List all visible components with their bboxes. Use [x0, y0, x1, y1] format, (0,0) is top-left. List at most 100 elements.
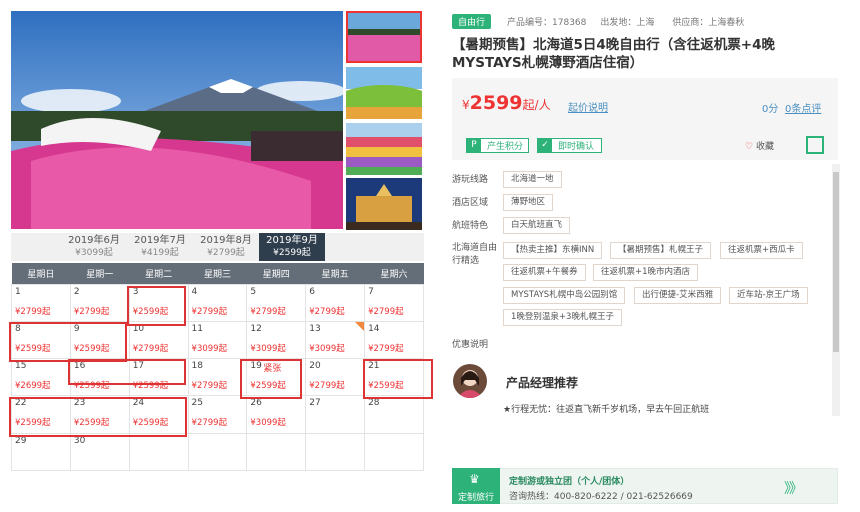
calendar-day: [187, 432, 248, 471]
hotel-option[interactable]: 薄野地区: [503, 194, 554, 211]
day-number: 28: [368, 398, 380, 409]
qr-code-icon[interactable]: [806, 136, 824, 154]
flight-option[interactable]: 白天航班直飞: [503, 217, 571, 234]
calendar-day[interactable]: 7 ¥2799起: [364, 283, 424, 322]
reviews-link[interactable]: 0条点评: [785, 100, 821, 115]
day-number: 20: [309, 361, 321, 372]
calendar-day[interactable]: 24 ¥2599起: [128, 395, 189, 434]
calendar-day: 27: [305, 395, 366, 434]
day-price: ¥2599起: [250, 381, 286, 392]
day-price: ¥2799起: [73, 306, 110, 317]
calendar-day[interactable]: 16 ¥2599起: [69, 358, 130, 397]
day-price: ¥3099起: [191, 343, 228, 354]
month-tab-jul[interactable]: 2019年7月 ¥4199起: [127, 233, 193, 261]
route-option[interactable]: 北海道一地: [503, 171, 562, 188]
calendar-day[interactable]: 25 ¥2799起: [187, 395, 248, 434]
type-badge: 自由行: [452, 13, 492, 29]
month-price: ¥4199起: [141, 248, 179, 258]
day-number: [309, 436, 361, 454]
day-price: ¥2599起: [368, 381, 404, 392]
day-price: ¥2599起: [132, 418, 169, 429]
calendar-day[interactable]: 6 ¥2799起: [305, 283, 366, 322]
calendar-day[interactable]: 19 紧张 ¥2599起: [246, 358, 307, 397]
day-number: [250, 436, 302, 454]
thumbnail-3[interactable]: [346, 123, 422, 175]
day-number: 27: [309, 398, 321, 409]
month-tab-aug[interactable]: 2019年8月 ¥2799起: [193, 233, 259, 261]
free-option[interactable]: 【暑期预售】札幌王子: [610, 242, 712, 259]
day-number: 10: [132, 323, 145, 334]
free-option[interactable]: 近车站-京王广场: [729, 287, 808, 304]
crown-icon: ♛: [469, 472, 480, 486]
favorite-button[interactable]: ♡ 收藏: [745, 139, 774, 152]
calendar-day[interactable]: 15 ¥2699起: [11, 358, 71, 397]
price: ¥2599起/人: [462, 92, 551, 114]
day-number: 3: [132, 286, 139, 297]
calendar-day[interactable]: 5 ¥2799起: [246, 283, 307, 322]
day-number: 12: [250, 323, 262, 334]
calendar-day[interactable]: 23 ¥2599起: [69, 395, 130, 434]
calendar-day: [128, 432, 189, 471]
price-amount: 2599: [469, 92, 523, 114]
calendar-day[interactable]: 14 ¥2799起: [364, 320, 424, 360]
day-number: 4: [191, 286, 198, 297]
calendar-day[interactable]: 4 ¥2799起: [187, 283, 248, 322]
calendar-day[interactable]: 21 ¥2599起: [364, 358, 424, 397]
day-price: ¥2799起: [15, 306, 51, 317]
weekday-header: 星期三: [188, 263, 247, 284]
free-option[interactable]: 往返机票+西瓜卡: [720, 242, 803, 259]
points-chip: P 产生积分: [466, 138, 529, 153]
day-number: 5: [250, 286, 257, 297]
calendar-day[interactable]: 22 ¥2599起: [11, 395, 71, 434]
custom-travel-badge: ♛ 定制旅行: [452, 468, 500, 504]
calendar-day[interactable]: 12 ¥3099起: [246, 320, 307, 360]
calendar-day[interactable]: 1 ¥2799起: [11, 283, 71, 322]
free-option[interactable]: 出行便捷-艾米西雅: [634, 287, 722, 304]
day-number: [192, 436, 244, 454]
price-explain-link[interactable]: 起价说明: [568, 99, 608, 114]
free-option[interactable]: MYSTAYS札幌中岛公园别馆: [503, 287, 626, 304]
calendar-day[interactable]: 20 ¥2799起: [305, 358, 366, 397]
day-price: ¥2799起: [368, 343, 404, 354]
thumbnail-2[interactable]: [346, 67, 422, 119]
day-number: 8: [15, 323, 21, 334]
calendar-day[interactable]: 9 ¥2599起: [69, 320, 130, 360]
calendar-day[interactable]: 17 ¥2599起: [128, 358, 189, 397]
calendar-day: [246, 432, 307, 471]
calendar-day[interactable]: 26 ¥3099起: [246, 395, 307, 434]
chip-label: 即时确认: [558, 142, 595, 152]
scrollbar-thumb[interactable]: [833, 172, 839, 352]
free-option[interactable]: 1晚登别温泉+3晚札幌王子: [503, 309, 622, 326]
calendar-day[interactable]: 13 ¥3099起: [305, 320, 366, 360]
day-number: 25: [191, 398, 203, 409]
calendar-day[interactable]: 8 ¥2599起: [11, 320, 71, 360]
month-tab-jun[interactable]: 2019年6月 ¥3099起: [61, 233, 127, 261]
calendar-day[interactable]: 11 ¥3099起: [187, 320, 248, 360]
weekday-header: 星期六: [364, 263, 424, 284]
thumbnail-1[interactable]: [346, 11, 422, 63]
free-option[interactable]: 【热卖主推】东横INN: [503, 242, 603, 259]
hotel-label: 酒店区域: [452, 198, 489, 208]
month-tab-sep[interactable]: 2019年9月 ¥2599起: [259, 233, 325, 261]
free-label: 北海道自由行精选: [452, 243, 498, 266]
calendar-day[interactable]: 3 ¥2599起: [128, 283, 189, 322]
corner-flag-icon: [355, 321, 365, 331]
day-price: ¥3099起: [309, 343, 345, 354]
day-price: ¥2799起: [250, 306, 286, 317]
heart-icon: ♡: [745, 142, 754, 152]
day-number: 23: [73, 398, 86, 409]
thumbnail-4[interactable]: [346, 178, 422, 230]
price-calendar: 星期日 星期一 星期二 星期三 星期四 星期五 星期六 1 ¥2799起 2 ¥2799起 3 ¥25…: [11, 263, 424, 471]
score: 0分: [762, 104, 779, 115]
weekday-header: 星期五: [305, 263, 365, 284]
points-icon: P: [467, 139, 481, 152]
favorite-label: 收藏: [755, 142, 774, 152]
day-number: 1: [15, 286, 21, 297]
calendar-day[interactable]: 18 ¥2799起: [187, 358, 248, 397]
free-option[interactable]: 往返机票+午餐券: [503, 264, 586, 281]
free-option[interactable]: 往返机票+1晚市内酒店: [593, 264, 699, 281]
day-number: 15: [15, 361, 27, 372]
arrow-right-icon[interactable]: 》》: [784, 478, 803, 498]
calendar-day[interactable]: 10 ¥2799起: [128, 320, 189, 360]
calendar-day[interactable]: 2 ¥2799起: [69, 283, 130, 322]
